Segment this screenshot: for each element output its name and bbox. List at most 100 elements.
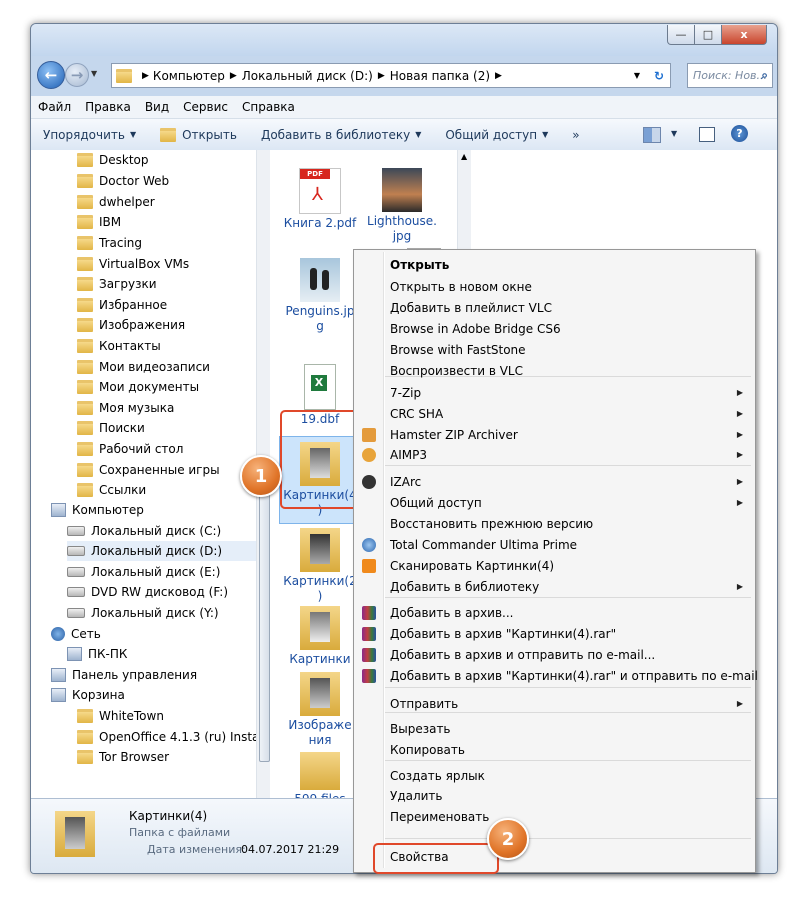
menu-item[interactable]: Browse with FastStone xyxy=(354,339,755,360)
menu-item[interactable]: Восстановить прежнюю версию xyxy=(354,513,755,534)
context-menu: Открыть Открыть в новом окне Добавить в пл… xyxy=(353,249,758,873)
forward-button[interactable]: → xyxy=(65,63,89,87)
nav-item-label: Компьютер xyxy=(72,503,144,517)
nav-item[interactable]: Контакты xyxy=(77,336,161,356)
nav-item[interactable]: Панель управления xyxy=(51,665,197,685)
menu-item[interactable]: Переименовать xyxy=(354,806,755,827)
menu-item[interactable]: Удалить xyxy=(354,785,755,806)
view-options-icon[interactable] xyxy=(643,127,661,143)
maximize-button[interactable]: □ xyxy=(694,25,722,45)
menu-item[interactable]: Browse in Adobe Bridge CS6 xyxy=(354,318,755,339)
view-dropdown-icon[interactable]: ▼ xyxy=(671,129,677,138)
nav-item[interactable]: Сохраненные игры xyxy=(77,460,220,480)
menu-item[interactable]: Добавить в плейлист VLC xyxy=(354,297,755,318)
nav-item[interactable]: Локальный диск (E:) xyxy=(67,562,220,582)
file-item-kartinki[interactable]: Картинки xyxy=(281,606,359,667)
nav-item[interactable]: Загрузки xyxy=(77,274,157,294)
menu-edit[interactable]: Правка xyxy=(78,100,138,114)
scroll-up-icon[interactable]: ▲ xyxy=(461,152,467,161)
minimize-button[interactable]: — xyxy=(667,25,695,45)
nav-item[interactable]: dwhelper xyxy=(77,192,155,212)
nav-item[interactable]: Мои документы xyxy=(77,377,199,397)
winrar-icon xyxy=(362,668,376,683)
title-bar[interactable] xyxy=(31,24,777,56)
file-label: jpg xyxy=(392,229,412,243)
refresh-icon[interactable]: ↻ xyxy=(654,69,664,83)
nav-item[interactable]: Doctor Web xyxy=(77,171,169,191)
search-icon[interactable]: ⌕ xyxy=(761,68,768,83)
preview-pane-icon[interactable] xyxy=(699,127,715,142)
menu-view[interactable]: Вид xyxy=(138,100,176,114)
file-item-kartinki2[interactable]: Картинки(2 ) xyxy=(281,528,359,604)
menu-item[interactable]: Копировать xyxy=(354,739,755,760)
menu-tools[interactable]: Сервис xyxy=(176,100,235,114)
menu-item[interactable]: Добавить в архив "Картинки(4).rar" xyxy=(354,623,755,644)
nav-scroll-thumb[interactable] xyxy=(259,460,270,762)
breadcrumb-segment[interactable]: Компьютер xyxy=(153,69,225,83)
file-item-pdf[interactable]: PDF ⅄ Книга 2.pdf xyxy=(281,168,359,231)
help-icon[interactable]: ? xyxy=(731,125,748,142)
menu-item[interactable]: Hamster ZIP Archiver ▶ xyxy=(354,424,755,445)
menu-item[interactable]: AIMP3 ▶ xyxy=(354,444,755,465)
nav-item[interactable]: Моя музыка xyxy=(77,398,174,418)
menu-item[interactable]: Открыть в новом окне xyxy=(354,276,755,297)
nav-item[interactable]: OpenOffice 4.1.3 (ru) Installation xyxy=(77,727,269,747)
search-input[interactable]: Поиск: Нов... xyxy=(693,69,767,82)
nav-item[interactable]: IBM xyxy=(77,212,121,232)
breadcrumb-segment[interactable]: Локальный диск (D:) xyxy=(242,69,373,83)
menu-help[interactable]: Справка xyxy=(235,100,302,114)
menu-item[interactable]: Воспроизвести в VLC xyxy=(354,360,755,381)
menu-item[interactable]: Добавить в библиотеку ▶ xyxy=(354,576,755,597)
menu-item[interactable]: Добавить в архив и отправить по e-mail..… xyxy=(354,644,755,665)
menu-item[interactable]: Вырезать xyxy=(354,718,755,739)
nav-item[interactable]: Избранное xyxy=(77,295,167,315)
close-button[interactable]: x xyxy=(721,25,767,45)
add-to-library-button[interactable]: Добавить в библиотеку ▼ xyxy=(249,128,433,142)
nav-item[interactable]: Ссылки xyxy=(77,480,146,500)
menu-item[interactable]: Добавить в архив "Картинки(4).rar" и отп… xyxy=(354,665,758,686)
open-folder-icon xyxy=(160,127,177,142)
menu-item[interactable]: 7-Zip ▶ xyxy=(354,382,755,403)
nav-item[interactable]: DVD RW дисковод (F:) xyxy=(67,582,228,602)
nav-item[interactable]: Сеть xyxy=(51,624,101,644)
nav-item[interactable]: Компьютер xyxy=(51,500,144,520)
nav-item[interactable]: Tor Browser xyxy=(77,747,169,767)
breadcrumb-segment[interactable]: Новая папка (2) xyxy=(390,69,490,83)
organize-button[interactable]: Упорядочить ▼ xyxy=(31,128,148,142)
menu-item[interactable]: Создать ярлык xyxy=(354,765,755,786)
menu-item[interactable]: IZArc ▶ xyxy=(354,471,755,492)
menu-item[interactable]: Сканировать Картинки(4) xyxy=(354,555,755,576)
nav-item[interactable]: Изображения xyxy=(77,315,185,335)
nav-item[interactable]: ПК-ПК xyxy=(67,644,127,664)
nav-item[interactable]: Локальный диск (Y:) xyxy=(67,603,219,623)
folder-icon xyxy=(300,528,340,572)
file-item-lighthouse[interactable]: Lighthouse. jpg xyxy=(363,168,441,244)
search-box[interactable]: Поиск: Нов... ⌕ xyxy=(687,63,773,88)
menu-item[interactable]: Добавить в архив... xyxy=(354,602,755,623)
menu-item[interactable]: Отправить ▶ xyxy=(354,693,755,714)
menu-item[interactable]: Total Commander Ultima Prime xyxy=(354,534,755,555)
nav-item[interactable]: Корзина xyxy=(51,685,125,705)
menu-item[interactable]: CRC SHA ▶ xyxy=(354,403,755,424)
nav-item[interactable]: Tracing xyxy=(77,233,142,253)
nav-item[interactable]: Мои видеозаписи xyxy=(77,357,210,377)
nav-item[interactable]: WhiteTown xyxy=(77,706,164,726)
nav-item[interactable]: Локальный диск (C:) xyxy=(67,521,221,541)
menu-item[interactable]: Открыть xyxy=(354,254,755,275)
nav-item[interactable]: Локальный диск (D:) xyxy=(67,541,267,561)
nav-item[interactable]: VirtualBox VMs xyxy=(77,254,189,274)
more-button[interactable]: » xyxy=(560,128,591,142)
nav-item[interactable]: Поиски xyxy=(77,418,145,438)
back-button[interactable]: ← xyxy=(37,61,65,89)
file-item-izobrazheniya[interactable]: Изображе ния xyxy=(281,672,359,748)
menu-file[interactable]: Файл xyxy=(31,100,78,114)
address-bar[interactable]: ▶ Компьютер ▶ Локальный диск (D:) ▶ Нова… xyxy=(111,63,671,88)
menu-item[interactable]: Общий доступ ▶ xyxy=(354,492,755,513)
share-button[interactable]: Общий доступ ▼ xyxy=(433,128,560,142)
nav-item[interactable]: Desktop xyxy=(77,150,149,170)
file-item-penguins[interactable]: Penguins.jp g xyxy=(281,258,359,334)
nav-item[interactable]: Рабочий стол xyxy=(77,439,183,459)
address-dropdown-icon[interactable]: ▼ xyxy=(634,71,640,80)
recent-pages-dropdown[interactable]: ▼ xyxy=(91,69,97,78)
open-button[interactable]: Открыть xyxy=(148,127,249,142)
